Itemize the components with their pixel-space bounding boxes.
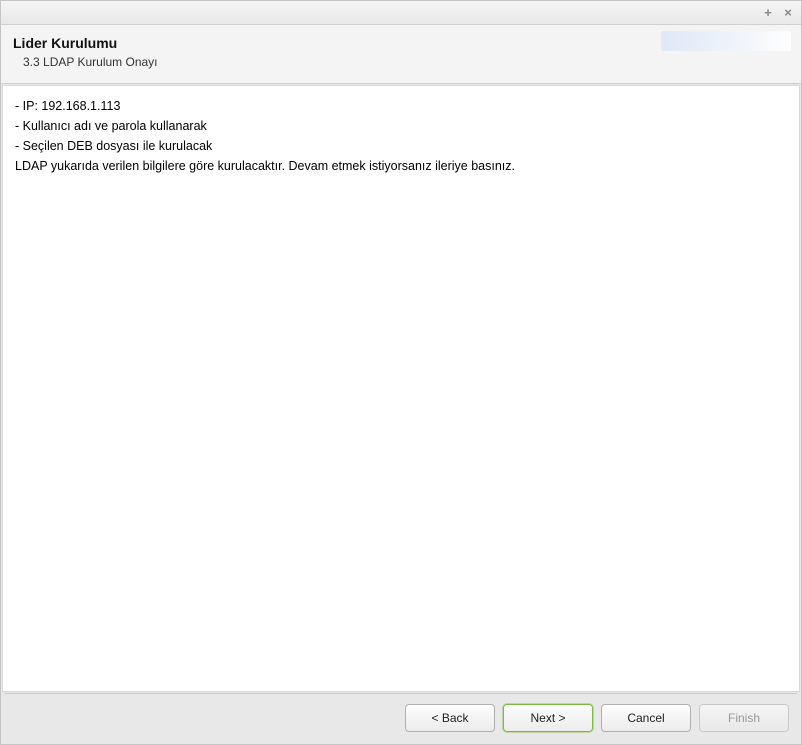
page-subtitle: 3.3 LDAP Kurulum Onayı bbox=[13, 55, 789, 69]
header-banner-graphic bbox=[661, 31, 791, 51]
minimize-icon[interactable]: + bbox=[761, 6, 775, 20]
back-button[interactable]: < Back bbox=[405, 704, 495, 732]
content-line: LDAP yukarıda verilen bilgilere göre kur… bbox=[15, 156, 787, 176]
content-line: - IP: 192.168.1.113 bbox=[15, 96, 787, 116]
content-line: - Kullanıcı adı ve parola kullanarak bbox=[15, 116, 787, 136]
next-button[interactable]: Next > bbox=[503, 704, 593, 732]
content-area: - IP: 192.168.1.113 - Kullanıcı adı ve p… bbox=[2, 85, 800, 692]
wizard-footer: < Back Next > Cancel Finish bbox=[1, 694, 801, 744]
close-icon[interactable]: × bbox=[781, 6, 795, 20]
wizard-header: Lider Kurulumu 3.3 LDAP Kurulum Onayı bbox=[1, 25, 801, 84]
finish-button: Finish bbox=[699, 704, 789, 732]
wizard-window: + × Lider Kurulumu 3.3 LDAP Kurulum Onay… bbox=[0, 0, 802, 745]
content-line: - Seçilen DEB dosyası ile kurulacak bbox=[15, 136, 787, 156]
cancel-button[interactable]: Cancel bbox=[601, 704, 691, 732]
window-titlebar: + × bbox=[1, 1, 801, 25]
